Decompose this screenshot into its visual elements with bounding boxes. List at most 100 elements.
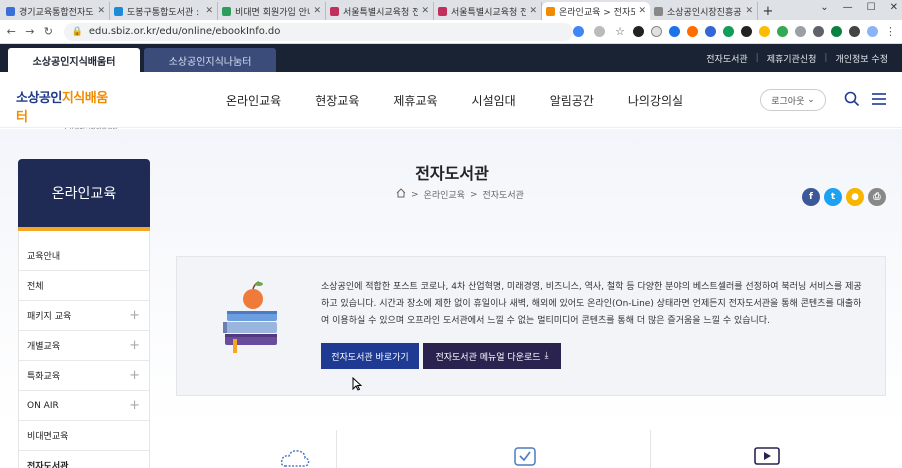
favicon-icon xyxy=(654,6,663,16)
browser-tab-title: 도봉구통합도서관 : L xyxy=(127,7,203,18)
browser-tab[interactable]: 서울특별시교육청 전 ✕ xyxy=(326,2,434,20)
share-icon[interactable] xyxy=(594,26,606,37)
sidebar-item-label: 특화교육 xyxy=(27,372,61,382)
home-icon[interactable] xyxy=(396,188,406,201)
manual-download-label: 전자도서관 메뉴얼 다운로드 xyxy=(435,352,541,363)
logout-button[interactable]: 로그아웃 ⌄ xyxy=(760,89,826,111)
partner-apply-link[interactable]: 제휴기관신청 xyxy=(767,52,817,65)
extension-icon[interactable] xyxy=(723,26,734,37)
extension-icon[interactable] xyxy=(633,26,644,37)
close-window-icon[interactable]: ✕ xyxy=(890,2,898,13)
extension-icon[interactable] xyxy=(813,26,824,37)
browser-tab[interactable]: 서울특별시교육청 전 ✕ xyxy=(434,2,542,20)
facebook-share-icon[interactable]: f xyxy=(802,188,820,206)
browser-tab-title: 서울특별시교육청 전 xyxy=(343,7,419,18)
sidebar-item[interactable]: 패키지 교육 + xyxy=(19,301,149,331)
site-top-strip: 소상공인지식배움터 소상공인지식나눔터 전자도서관 | 제휴기관신청 | 개인정… xyxy=(0,44,902,72)
tab-search-icon[interactable]: ⌄ xyxy=(820,2,828,13)
extension-icon[interactable] xyxy=(777,26,788,37)
download-icon: ⤓ xyxy=(544,351,549,361)
lock-icon[interactable]: 🔒 xyxy=(72,27,83,37)
extension-icon[interactable] xyxy=(705,26,716,37)
expand-plus-icon[interactable]: + xyxy=(129,308,140,323)
twitter-share-icon[interactable]: t xyxy=(824,188,842,206)
profile-avatar[interactable] xyxy=(867,26,878,37)
site-logo[interactable]: 소상공인지식배움터 소상공인시장진흥공단 xyxy=(16,87,118,135)
browser-tab[interactable]: 소상공인시장진흥공 ✕ xyxy=(650,2,758,20)
close-icon[interactable]: ✕ xyxy=(205,6,213,16)
browser-tab[interactable]: 비대면 회원가입 안내 ✕ xyxy=(218,2,326,20)
close-icon[interactable]: ✕ xyxy=(638,6,646,16)
address-bar: ← → ↻ 🔒 edu.sbiz.or.kr/edu/online/ebookI… xyxy=(0,20,902,44)
breadcrumb-separator: > xyxy=(469,189,478,200)
breadcrumb-item[interactable]: 온라인교육 xyxy=(424,188,465,201)
cloud-icon xyxy=(280,448,310,468)
sidebar-item[interactable]: 전자도서관 xyxy=(19,451,149,468)
close-icon[interactable]: ✕ xyxy=(529,6,537,16)
print-share-icon[interactable]: ⎙ xyxy=(868,188,886,206)
tab-sharing-site[interactable]: 소상공인지식나눔터 xyxy=(144,48,276,72)
forward-icon[interactable]: → xyxy=(23,25,38,38)
sidebar-item-label: 비대면교육 xyxy=(27,432,69,442)
close-icon[interactable]: ✕ xyxy=(745,6,753,16)
nav-item[interactable]: 현장교육 xyxy=(315,92,359,109)
extension-icon[interactable] xyxy=(651,26,662,37)
nav-item[interactable]: 나의강의실 xyxy=(628,92,683,109)
back-icon[interactable]: ← xyxy=(4,25,19,38)
sidebar-item[interactable]: 교육안내 xyxy=(19,241,149,271)
close-icon[interactable]: ✕ xyxy=(97,6,105,16)
favicon-icon xyxy=(6,6,15,16)
extension-icon[interactable] xyxy=(831,26,842,37)
ebook-go-label: 전자도서관 바로가기 xyxy=(331,352,409,363)
kebab-menu-icon[interactable]: ⋮ xyxy=(885,25,896,38)
sidebar-item[interactable]: 비대면교육 xyxy=(19,421,149,451)
logo-text-a: 소상공인 xyxy=(16,91,62,106)
hamburger-menu-icon[interactable] xyxy=(872,92,886,109)
browser-tab[interactable]: 경기교육통합전자도서관✕ xyxy=(2,2,110,20)
browser-tab-title: 경기교육통합전자도서관 xyxy=(19,7,94,18)
new-tab-button[interactable]: + xyxy=(758,2,778,20)
divider xyxy=(650,430,651,468)
extension-icon[interactable] xyxy=(669,26,680,37)
extension-icon[interactable] xyxy=(741,26,752,37)
breadcrumb: > 온라인교육 > 전자도서관 xyxy=(396,188,524,201)
profile-edit-link[interactable]: 개인정보 수정 xyxy=(835,52,888,65)
puzzle-icon[interactable] xyxy=(849,26,860,37)
extension-icon[interactable] xyxy=(687,26,698,37)
minimize-icon[interactable]: — xyxy=(843,2,853,13)
expand-plus-icon[interactable]: + xyxy=(129,338,140,353)
manual-download-button[interactable]: 전자도서관 메뉴얼 다운로드 ⤓ xyxy=(423,343,561,369)
divider: | xyxy=(824,53,828,63)
nav-item[interactable]: 제휴교육 xyxy=(393,92,437,109)
sidebar-item[interactable]: 특화교육 + xyxy=(19,361,149,391)
reload-icon[interactable]: ↻ xyxy=(41,25,56,38)
expand-plus-icon[interactable]: + xyxy=(129,368,140,383)
favicon-icon xyxy=(222,6,231,16)
nav-item[interactable]: 시설임대 xyxy=(472,92,516,109)
extension-icon[interactable] xyxy=(795,26,806,37)
tab-learning-site[interactable]: 소상공인지식배움터 xyxy=(8,48,140,72)
close-icon[interactable]: ✕ xyxy=(421,6,429,16)
sidebar-item[interactable]: 개별교육 + xyxy=(19,331,149,361)
url-field[interactable]: 🔒 edu.sbiz.or.kr/edu/online/ebookInfo.do xyxy=(63,22,574,41)
browser-tab[interactable]: 온라인교육 > 전자도 ✕ xyxy=(542,2,650,20)
google-icon[interactable] xyxy=(573,26,585,37)
browser-tab[interactable]: 도봉구통합도서관 : L ✕ xyxy=(110,2,218,20)
sidebar-item[interactable]: ON AIR + xyxy=(19,391,149,421)
sidebar-item[interactable]: 전체 xyxy=(19,271,149,301)
ebook-link[interactable]: 전자도서관 xyxy=(706,52,747,65)
breadcrumb-item[interactable]: 전자도서관 xyxy=(483,188,524,201)
maximize-icon[interactable]: ☐ xyxy=(867,2,876,13)
ebook-go-button[interactable]: 전자도서관 바로가기 xyxy=(321,343,419,369)
nav-item[interactable]: 알림공간 xyxy=(550,92,594,109)
bookmark-star-icon[interactable]: ☆ xyxy=(615,25,625,38)
kakaostory-share-icon[interactable]: ● xyxy=(846,188,864,206)
nav-item[interactable]: 온라인교육 xyxy=(226,92,281,109)
extension-icon[interactable] xyxy=(759,26,770,37)
feature-cards xyxy=(176,430,886,468)
close-icon[interactable]: ✕ xyxy=(313,6,321,16)
expand-plus-icon[interactable]: + xyxy=(129,398,140,413)
search-icon[interactable] xyxy=(844,91,860,110)
favicon-icon xyxy=(546,6,555,16)
site-header: 소상공인지식배움터 소상공인시장진흥공단 온라인교육 현장교육 제휴교육 시설임대 알림… xyxy=(0,72,902,135)
